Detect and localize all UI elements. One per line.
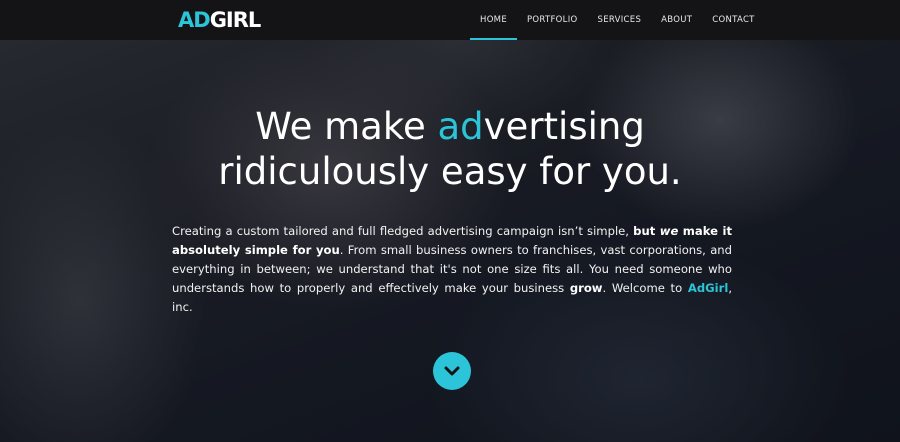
- hero-text-grow: grow: [569, 281, 603, 295]
- nav-item-services[interactable]: SERVICES: [588, 0, 652, 40]
- hero-title-post: vertising: [483, 105, 645, 148]
- nav-item-portfolio[interactable]: PORTFOLIO: [517, 0, 588, 40]
- logo-girl: GIRL: [209, 8, 262, 32]
- nav-item-about[interactable]: ABOUT: [651, 0, 702, 40]
- logo[interactable]: ADGIRL: [178, 8, 262, 32]
- scroll-down-button[interactable]: [433, 352, 471, 390]
- top-navbar: ADGIRL HOME PORTFOLIO SERVICES ABOUT CON…: [0, 0, 900, 40]
- hero-text-we: we: [659, 224, 679, 238]
- hero-description: Creating a custom tailored and full fled…: [172, 222, 732, 317]
- hero-text-brand: AdGirl: [687, 281, 729, 295]
- hero-text-bold1: but: [633, 224, 660, 238]
- logo-ad: AD: [178, 8, 211, 32]
- hero-text-part1: Creating a custom tailored and full fled…: [172, 224, 634, 238]
- hero-title: We make advertising ridiculously easy fo…: [0, 104, 900, 194]
- hero-title-pre: We make: [255, 105, 438, 148]
- nav-item-contact[interactable]: CONTACT: [702, 0, 764, 40]
- chevron-down-icon: [444, 366, 460, 376]
- hero-title-accent: ad: [437, 105, 484, 148]
- main-nav: HOME PORTFOLIO SERVICES ABOUT CONTACT: [470, 0, 765, 40]
- nav-item-home[interactable]: HOME: [470, 0, 517, 40]
- page: ADGIRL HOME PORTFOLIO SERVICES ABOUT CON…: [0, 0, 900, 442]
- hero-title-line2: ridiculously easy for you.: [218, 150, 682, 193]
- hero-text-part3: . Welcome to: [602, 281, 688, 295]
